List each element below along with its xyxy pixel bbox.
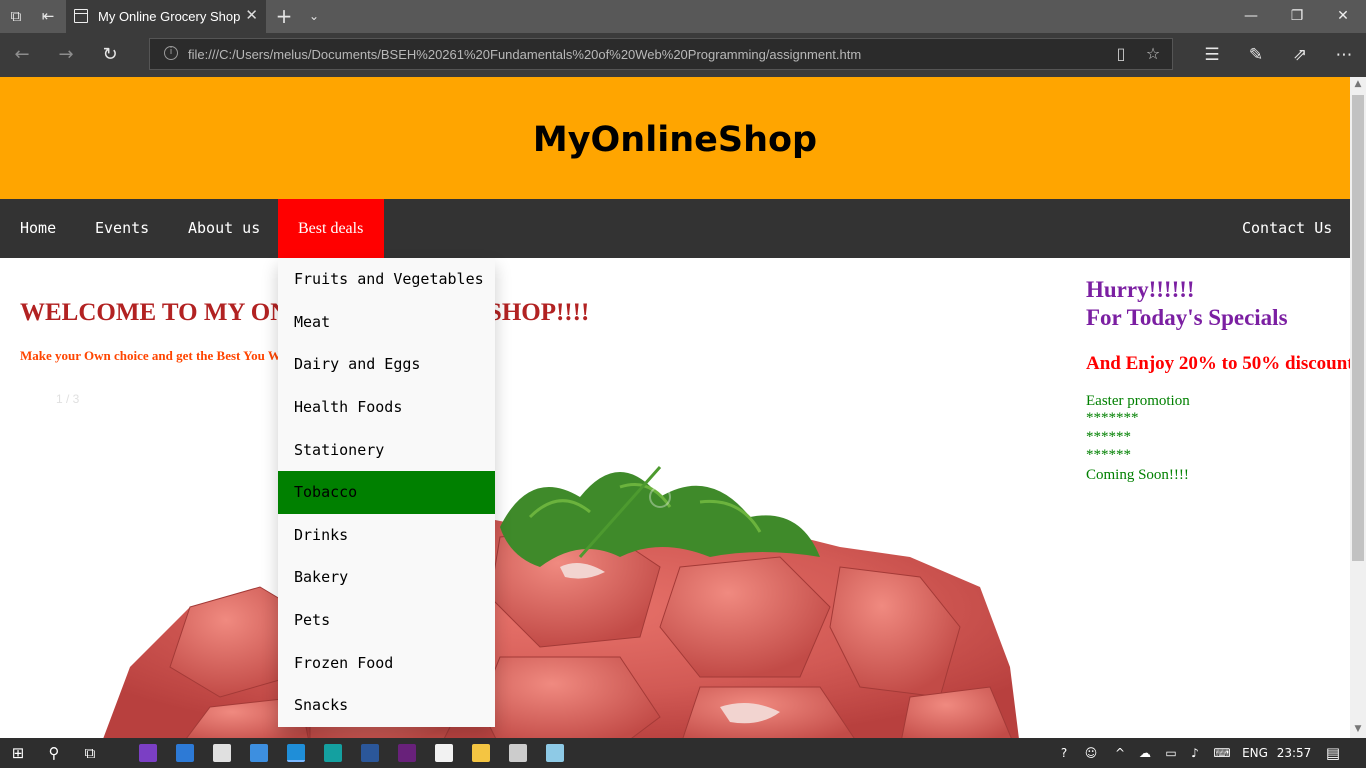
dropdown-item[interactable]: Stationery: [278, 429, 495, 472]
dropdown-item[interactable]: Bakery: [278, 556, 495, 599]
site-navbar: Home Events About us Best deals Contact …: [0, 199, 1350, 258]
reading-view-icon[interactable]: ▯: [1110, 43, 1132, 65]
info-icon[interactable]: i: [164, 46, 178, 60]
dropbox-icon[interactable]: [250, 744, 268, 762]
nav-contact[interactable]: Contact Us: [1222, 199, 1350, 258]
store-icon[interactable]: [176, 744, 194, 762]
promo-line: ******: [1086, 429, 1131, 445]
dropdown-item[interactable]: Frozen Food: [278, 642, 495, 685]
more-icon[interactable]: ⋯: [1322, 33, 1366, 77]
address-bar[interactable]: i file:///C:/Users/melus/Documents/BSEH%…: [149, 38, 1173, 70]
dropdown-item[interactable]: Drinks: [278, 514, 495, 557]
dropdown-item[interactable]: Fruits and Vegetables: [278, 258, 495, 301]
amazon-icon[interactable]: [435, 744, 453, 762]
language-indicator[interactable]: ENG: [1238, 738, 1272, 768]
windows-taskbar: ⊞ ⚲ ⧉ ? ☺ ^ ☁ ▭ ♪ ⌨ ENG 23:57 ▤: [0, 738, 1366, 768]
action-center-icon[interactable]: ▤: [1318, 738, 1348, 768]
onedrive-icon[interactable]: ☁: [1134, 738, 1156, 768]
dropdown-item[interactable]: Meat: [278, 301, 495, 344]
nav-best-deals[interactable]: Best deals: [278, 199, 384, 258]
tagline: Make your Own choice and get the Best Yo…: [20, 348, 299, 363]
address-text[interactable]: file:///C:/Users/melus/Documents/BSEH%20…: [188, 47, 861, 62]
hurry-heading: Hurry!!!!!!: [1086, 277, 1195, 302]
browser-tab[interactable]: My Online Grocery Shop ✕: [66, 0, 266, 33]
promo-line: *******: [1086, 410, 1139, 426]
scroll-up-icon[interactable]: ▲: [1350, 79, 1366, 91]
search-icon[interactable]: ⚲: [36, 738, 72, 768]
slide-counter: 1 / 3: [56, 392, 80, 406]
tab-list-icon[interactable]: ⧉: [0, 0, 32, 33]
keyboard-icon[interactable]: ⌨: [1208, 738, 1236, 768]
calculator-icon[interactable]: [509, 744, 527, 762]
back-icon[interactable]: ←: [0, 33, 44, 77]
battery-icon[interactable]: ▭: [1160, 738, 1182, 768]
minimize-icon[interactable]: —: [1228, 0, 1274, 33]
help-icon[interactable]: ?: [1054, 738, 1074, 768]
new-tab-icon[interactable]: +: [268, 0, 300, 33]
share-icon[interactable]: ⇗: [1278, 33, 1322, 77]
set-aside-icon[interactable]: ⇤: [32, 0, 64, 33]
nav-home[interactable]: Home: [0, 199, 76, 258]
tab-title: My Online Grocery Shop: [98, 9, 241, 24]
pen-icon[interactable]: ✎: [1234, 33, 1278, 77]
arduino-icon[interactable]: [324, 744, 342, 762]
dropdown-item[interactable]: Pets: [278, 599, 495, 642]
browser-tab-bar: ⧉ ⇤ My Online Grocery Shop ✕ + ⌄ — ❐ ✕: [0, 0, 1366, 33]
people-icon[interactable]: ☺: [1080, 738, 1102, 768]
forward-icon[interactable]: →: [44, 33, 88, 77]
promo-line: Easter promotion: [1086, 393, 1190, 409]
close-tab-icon[interactable]: ✕: [245, 6, 258, 24]
vs-code-icon[interactable]: [398, 744, 416, 762]
site-title: MyOnlineShop: [532, 120, 818, 160]
word-icon[interactable]: [361, 744, 379, 762]
scroll-thumb[interactable]: [1352, 95, 1364, 561]
dropdown-item[interactable]: Snacks: [278, 684, 495, 727]
refresh-icon[interactable]: ↻: [88, 33, 132, 77]
close-window-icon[interactable]: ✕: [1320, 0, 1366, 33]
task-view-icon[interactable]: ⧉: [72, 738, 108, 768]
clock[interactable]: 23:57: [1274, 738, 1314, 768]
favorite-star-icon[interactable]: ☆: [1142, 43, 1164, 65]
promo-line: Coming Soon!!!!: [1086, 467, 1189, 483]
favorites-icon[interactable]: ☰: [1190, 33, 1234, 77]
site-header: MyOnlineShop: [0, 77, 1350, 199]
visual-studio-icon[interactable]: [139, 744, 157, 762]
dropdown-item[interactable]: Health Foods: [278, 386, 495, 429]
edge-icon[interactable]: [287, 744, 305, 762]
page-viewport: MyOnlineShop Home Events About us Best d…: [0, 77, 1350, 738]
notepad-icon[interactable]: [546, 744, 564, 762]
discount-text: And Enjoy 20% to 50% discount: [1086, 353, 1350, 374]
restore-icon[interactable]: ❐: [1274, 0, 1320, 33]
file-explorer-icon[interactable]: [472, 744, 490, 762]
best-deals-dropdown: Fruits and Vegetables Meat Dairy and Eggs H…: [278, 258, 495, 727]
specials-heading: For Today's Specials: [1086, 305, 1288, 330]
start-icon[interactable]: ⊞: [0, 738, 36, 768]
vertical-scrollbar[interactable]: ▲ ▼: [1350, 77, 1366, 738]
promo-line: ******: [1086, 447, 1131, 463]
volume-icon[interactable]: ♪: [1184, 738, 1206, 768]
dropdown-item[interactable]: Tobacco: [278, 471, 495, 514]
nav-events[interactable]: Events: [75, 199, 169, 258]
page-icon: [74, 9, 88, 23]
dropdown-item[interactable]: Dairy and Eggs: [278, 343, 495, 386]
tray-chevron-icon[interactable]: ^: [1110, 738, 1130, 768]
nav-about[interactable]: About us: [168, 199, 280, 258]
mail-icon[interactable]: [213, 744, 231, 762]
browser-toolbar: ← → ↻ i file:///C:/Users/melus/Documents…: [0, 33, 1366, 77]
chevron-down-icon[interactable]: ⌄: [298, 0, 330, 33]
meat-image: [89, 456, 1019, 738]
scroll-down-icon[interactable]: ▼: [1350, 724, 1366, 736]
